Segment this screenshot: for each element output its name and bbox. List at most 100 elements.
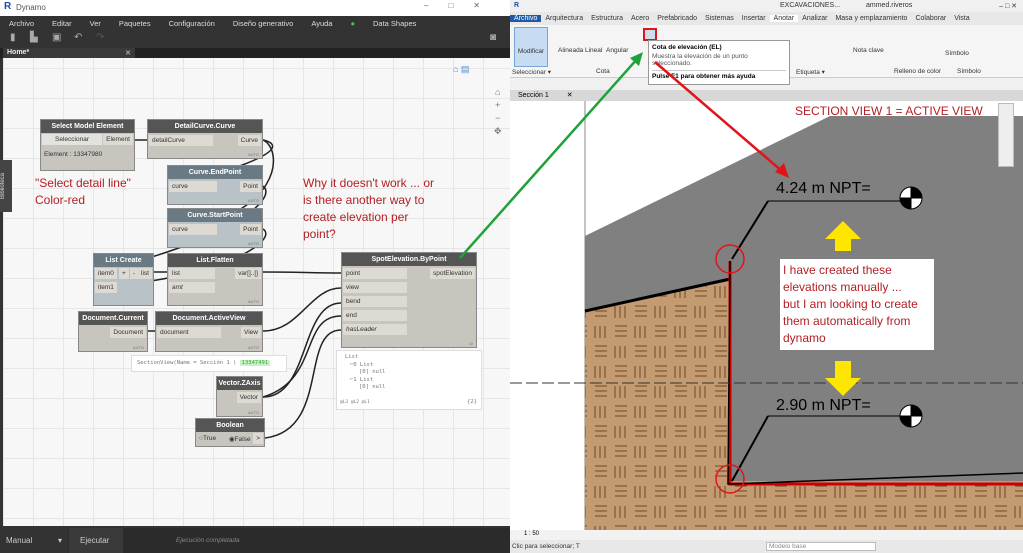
watch-line: ⌐1 List	[350, 376, 374, 383]
output-port[interactable]: var[]..[]	[235, 268, 261, 279]
window-controls[interactable]: – □ ✕	[999, 2, 1017, 10]
input-port-bend[interactable]: bend	[343, 296, 407, 307]
symbol-group-label: Símbolo	[957, 68, 981, 75]
modify-label: Modificar	[517, 48, 545, 55]
lacing-label: AUTO	[247, 345, 259, 350]
output-port[interactable]: Element	[103, 134, 133, 145]
output-port[interactable]: >	[253, 433, 263, 444]
tab-colaborar[interactable]: Colaborar	[911, 15, 950, 22]
select-button[interactable]: Seleccionar	[42, 134, 102, 145]
output-port[interactable]: View	[241, 327, 261, 338]
run-status: Ejecución completada	[176, 537, 240, 544]
node-document-activeview[interactable]: Document.ActiveView document View AUTO	[155, 311, 263, 352]
note-line: point?	[303, 227, 336, 241]
note-line: "Select detail line"	[35, 176, 131, 190]
radio-label: True	[202, 435, 217, 442]
tab-acero[interactable]: Acero	[627, 15, 653, 22]
node-spotelevation-bypoint[interactable]: SpotElevation.ByPoint point view bend en…	[341, 252, 477, 348]
tab-sistemas[interactable]: Sistemas	[701, 15, 738, 22]
preview-id: 13347491	[239, 360, 271, 366]
add-input-button[interactable]: +	[119, 268, 129, 279]
tab-archivo[interactable]: Archivo	[510, 15, 542, 22]
zoom-controls[interactable]: ⌂ + − ✥	[494, 86, 502, 138]
model-select[interactable]: Modelo base	[766, 542, 876, 551]
node-curve-endpoint[interactable]: Curve.EndPoint curve Point AUTO	[167, 165, 263, 205]
input-port[interactable]: amt	[169, 282, 215, 293]
node-select-model-element[interactable]: Select Model Element Seleccionar Element…	[40, 119, 135, 171]
lacing-label: AUTO	[247, 299, 259, 304]
revit-logo-icon: R	[514, 2, 520, 9]
remove-input-button[interactable]: -	[130, 268, 139, 279]
node-vector-zaxis[interactable]: Vector.ZAxis Vector AUTO	[216, 376, 263, 417]
node-title: Boolean	[196, 419, 264, 432]
keynote-button[interactable]: Nota clave	[853, 47, 884, 54]
output-port[interactable]: Curve	[237, 135, 261, 146]
tooltip-help: Pulse F1 para obtener más ayuda	[652, 70, 786, 80]
tab-insertar[interactable]: Insertar	[738, 15, 770, 22]
input-port-item1[interactable]: item1	[95, 282, 117, 293]
node-list-flatten[interactable]: List.Flatten list amt var[]..[] AUTO	[167, 253, 263, 306]
aligned-dim-button[interactable]: Alineada	[558, 47, 583, 54]
tab-arquitectura[interactable]: Arquitectura	[541, 15, 587, 22]
elevation-text: 4.24 m NPT=	[776, 180, 871, 197]
linear-dim-button[interactable]: Lineal	[585, 47, 602, 54]
tab-anotar[interactable]: Anotar	[769, 15, 799, 22]
node-title: Vector.ZAxis	[217, 377, 262, 390]
tooltip: Cota de elevación (EL) Muestra la elevac…	[648, 40, 790, 85]
output-port[interactable]: list	[138, 268, 152, 279]
run-mode-select[interactable]: Manual ▾	[0, 528, 68, 553]
input-port[interactable]: curve	[169, 181, 217, 192]
view-scale[interactable]: 1 : 50	[524, 531, 539, 537]
close-tab-icon[interactable]: ✕	[567, 92, 573, 99]
select-dropdown[interactable]: Seleccionar ▾	[512, 68, 551, 76]
node-curve-startpoint[interactable]: Curve.StartPoint curve Point AUTO	[167, 208, 263, 248]
input-port-hasleader[interactable]: hasLeader	[343, 324, 407, 335]
node-document-current[interactable]: Document.Current Document AUTO	[78, 311, 148, 352]
input-port[interactable]: list	[169, 268, 215, 279]
input-port-end[interactable]: end	[343, 310, 407, 321]
input-port-point[interactable]: point	[343, 268, 407, 279]
run-bar: Manual ▾ Ejecutar Ejecución completada	[0, 528, 510, 553]
output-port[interactable]: Vector	[236, 392, 261, 403]
tab-analizar[interactable]: Analizar	[798, 15, 831, 22]
section-view-drawing[interactable]	[510, 101, 1023, 540]
radio-false[interactable]: ◉False	[229, 435, 251, 443]
output-port[interactable]: Document	[110, 327, 146, 338]
user-name[interactable]: ammed.riveros	[866, 2, 912, 9]
note-line: I have created these	[783, 263, 892, 277]
output-port[interactable]: Point	[240, 181, 261, 192]
watch-line: [0] null	[359, 384, 386, 390]
input-port[interactable]: curve	[169, 224, 217, 235]
output-port[interactable]: spotElevation	[429, 268, 475, 279]
note-line: Why it doesn't work ... or	[303, 176, 434, 190]
element-value: Element : 13347980	[44, 151, 103, 158]
input-port[interactable]: detailCurve	[149, 135, 213, 146]
tab-prefabricado[interactable]: Prefabricado	[653, 15, 701, 22]
input-port[interactable]: document	[157, 327, 221, 338]
lacing-label: AUTO	[247, 198, 259, 203]
preview-text: SectionView(Name = Sección 1 )	[137, 360, 237, 366]
output-port[interactable]: Point	[240, 224, 261, 235]
watch-preview: List ⌐0 List [0] null ⌐1 List [0] null @…	[336, 350, 482, 410]
run-button[interactable]: Ejecutar	[69, 528, 123, 553]
node-list-create[interactable]: List Create item0 + - list item1	[93, 253, 154, 306]
node-detailcurve-curve[interactable]: DetailCurve.Curve detailCurve Curve AUTO	[147, 119, 263, 159]
input-port-view[interactable]: view	[343, 282, 407, 293]
tab-masa[interactable]: Masa y emplazamiento	[831, 15, 911, 22]
radio-true[interactable]: ○True	[199, 435, 216, 442]
spot-elevation-1[interactable]: 4.24 m NPT=	[776, 180, 871, 198]
view-tab-seccion-1[interactable]: Sección 1 ✕	[510, 90, 1023, 101]
tab-vista[interactable]: Vista	[950, 15, 973, 22]
symbol-button[interactable]: Símbolo	[945, 50, 969, 57]
view-toggle-icons[interactable]: ⌂ ▤	[453, 64, 469, 75]
angular-dim-button[interactable]: Angular	[606, 47, 628, 54]
node-boolean[interactable]: Boolean ○True ◉False >	[195, 418, 265, 447]
note-line: but I am looking to create	[783, 297, 918, 311]
lacing-label: AUTO	[247, 152, 259, 157]
tab-estructura[interactable]: Estructura	[587, 15, 627, 22]
input-port-item0[interactable]: item0	[95, 268, 117, 279]
elevation-text: 2.90 m NPT=	[776, 397, 871, 414]
navigation-bar[interactable]	[998, 103, 1014, 167]
spot-elevation-2[interactable]: 2.90 m NPT=	[776, 397, 871, 415]
modify-button[interactable]: Modificar	[514, 27, 548, 67]
